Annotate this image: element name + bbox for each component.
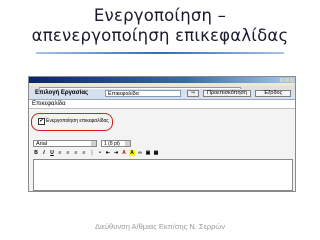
bullet-list-icon[interactable]: • <box>97 150 103 156</box>
italic-icon[interactable]: I <box>41 150 47 156</box>
image-icon[interactable]: ▣ <box>145 150 151 156</box>
exit-button[interactable]: Έξοδος <box>255 90 291 97</box>
formatting-toolbar: B I U ≡ ≡ ≡ ≡ ⋮ • ⇤ ⇥ A A ∞ ▣ ▦ <box>33 150 159 156</box>
align-center-icon[interactable]: ≡ <box>65 150 71 156</box>
align-right-icon[interactable]: ≡ <box>73 150 79 156</box>
table-icon[interactable]: ▦ <box>153 150 159 156</box>
panel-title: Επικεφαλίδα <box>32 100 66 107</box>
close-icon[interactable] <box>290 78 294 82</box>
chevron-down-icon <box>125 141 130 146</box>
title-underline <box>36 52 284 54</box>
justify-icon[interactable]: ≡ <box>81 150 87 156</box>
bold-icon[interactable]: B <box>33 150 39 156</box>
task-select[interactable]: Επικεφαλίδα <box>105 90 181 97</box>
slide-footer: Διεύθυνση Α/θμιας Εκπ/σης Ν. Σερρών <box>94 222 226 231</box>
slide-title-line2: απενεργοποίηση επικεφαλίδας <box>31 26 289 45</box>
highlight-color-icon[interactable]: A <box>129 150 135 156</box>
maximize-icon[interactable] <box>285 78 289 82</box>
panel-header: Επικεφαλίδα <box>29 100 295 109</box>
font-size-select[interactable]: 1 (8 pt) <box>101 140 131 147</box>
go-button[interactable]: ⇒ <box>187 90 199 97</box>
underline-icon[interactable]: U <box>49 150 55 156</box>
task-toolbar: Επιλογή Εργασίας Επικεφαλίδα ⇒ Προεπισκό… <box>29 89 295 100</box>
font-family-select[interactable]: Arial <box>33 140 97 147</box>
numbered-list-icon[interactable]: ⋮ <box>89 150 95 156</box>
indent-icon[interactable]: ⇥ <box>113 150 119 156</box>
window-controls <box>280 78 294 82</box>
task-label: Επιλογή Εργασίας <box>35 90 89 96</box>
text-color-icon[interactable]: A <box>121 150 127 156</box>
application-screenshot: Επιλογή Εργασίας Επικεφαλίδα ⇒ Προεπισκό… <box>28 76 296 192</box>
font-size-value: 1 (8 pt) <box>104 141 120 147</box>
minimize-icon[interactable] <box>280 78 284 82</box>
slide-title-line1: Ενεργοποίηση – <box>93 6 227 25</box>
enable-header-label: Ενεργοποίηση επικεφαλίδας <box>46 118 109 124</box>
header-settings-panel: ✔ Ενεργοποίηση επικεφαλίδας Arial 1 (8 p… <box>29 109 295 191</box>
preview-button[interactable]: Προεπισκόπηση <box>203 90 251 97</box>
outdent-icon[interactable]: ⇤ <box>105 150 111 156</box>
enable-header-checkbox[interactable]: ✔ <box>38 118 45 125</box>
chevron-down-icon <box>91 141 96 146</box>
align-left-icon[interactable]: ≡ <box>57 150 63 156</box>
link-icon[interactable]: ∞ <box>137 150 143 156</box>
font-family-value: Arial <box>36 141 48 147</box>
header-editor[interactable] <box>33 159 293 191</box>
slide-title: Ενεργοποίηση – απενεργοποίηση επικεφαλίδ… <box>0 6 320 46</box>
